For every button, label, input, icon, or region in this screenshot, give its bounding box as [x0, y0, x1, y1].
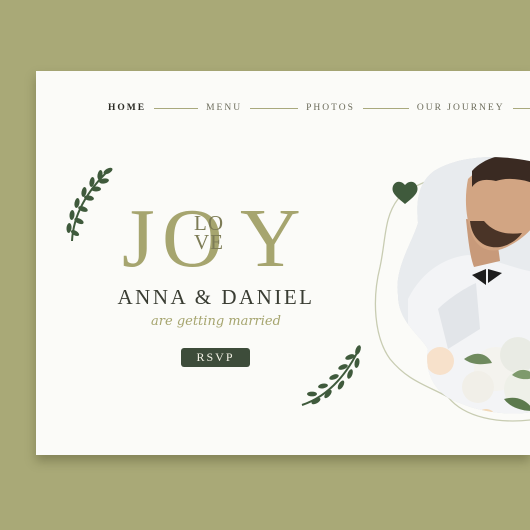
leaf-sprig-icon: [301, 345, 361, 406]
joy-letter-y: Y: [240, 192, 301, 285]
love-word: LO VE: [184, 213, 234, 254]
nav-divider: [362, 107, 409, 109]
heart-icon: [392, 181, 418, 204]
nav-menu[interactable]: MENU: [206, 103, 242, 113]
nav-divider: [250, 107, 299, 109]
joy-letter-j: J: [122, 192, 155, 285]
top-nav: HOME MENU PHOTOS OUR JOURNEY: [108, 101, 530, 115]
nav-divider: [154, 107, 199, 109]
nav-our-journey[interactable]: OUR JOURNEY: [417, 103, 505, 113]
nav-home[interactable]: HOME: [108, 103, 146, 113]
joy-title: J O Y LO VE: [122, 179, 322, 289]
nav-divider: [512, 107, 530, 109]
love-bottom: VE: [194, 230, 224, 254]
subtitle: are getting married: [151, 314, 281, 329]
nav-photos[interactable]: PHOTOS: [306, 103, 355, 113]
leaf-sprig-icon: [66, 167, 113, 242]
landing-card: HOME MENU PHOTOS OUR JOURNEY J O Y LO VE…: [36, 71, 530, 455]
couple-names: ANNA & DANIEL: [117, 285, 315, 309]
rsvp-button[interactable]: RSVP: [181, 348, 250, 367]
